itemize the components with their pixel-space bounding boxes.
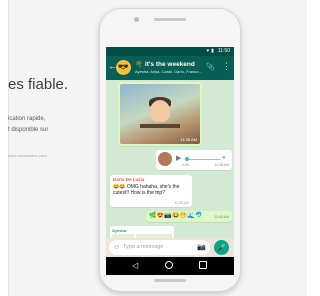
avatar <box>158 152 172 166</box>
message-time: 11:35 AM <box>180 137 197 142</box>
voice-message[interactable]: ▶ ● 0:09 11:38 AM <box>156 150 232 170</box>
phone-mockup: ▾ ▮ 11:50 ← 😎 🌴 it's the weekend Ayesha,… <box>99 8 241 292</box>
mic-icon: ● <box>222 155 226 161</box>
message-time: 11:39 AM <box>174 201 189 205</box>
front-camera <box>134 17 139 22</box>
status-bar: ▾ ▮ 11:50 <box>106 47 234 56</box>
message-input[interactable]: Type a message <box>123 244 163 250</box>
chat-title[interactable]: 🌴 it's the weekend <box>135 60 195 68</box>
message-input-bar: ☺ Type a message 📷 🎤 <box>106 238 234 257</box>
play-icon[interactable]: ▶ <box>176 155 181 163</box>
group-avatar[interactable]: 😎 <box>116 60 131 75</box>
message-text: 😂😂 OMG hahaha, she's the cutest!! How is… <box>113 184 180 196</box>
swing-seat <box>140 124 180 128</box>
child-figure <box>150 100 170 122</box>
nav-recent-apps-icon[interactable] <box>199 261 207 269</box>
voice-progress-track[interactable] <box>186 159 220 160</box>
sender-name: Ayesha <box>112 228 127 233</box>
status-time: 11:50 <box>217 48 230 54</box>
chat-header: ← 😎 🌴 it's the weekend Ayesha, Anya, Car… <box>106 56 234 80</box>
message-time: 11:38 AM <box>214 163 229 167</box>
hero-footnote: votre fournisseur pour <box>8 153 47 158</box>
voice-duration: 0:09 <box>182 163 189 167</box>
sender-name: Dario De Luzia <box>113 177 145 182</box>
nav-back-icon[interactable]: ◁ <box>132 261 138 271</box>
chat-participants[interactable]: Ayesha, Anya, Carali, Dario, Franco... <box>135 69 202 74</box>
android-nav-bar: ◁ <box>106 257 234 275</box>
message-time: 11:40 AM <box>214 215 229 219</box>
earpiece-speaker <box>154 18 186 21</box>
emoji-message[interactable]: 🌿😍📷😂😁🌊🐬 11:40 AM <box>146 211 232 222</box>
signal-icon: ▾ <box>206 48 210 54</box>
chat-area: 11:35 AM ▶ ● 0:09 11:38 AM Dario De Luzi… <box>106 80 234 256</box>
message-input-field[interactable]: ☺ Type a message 📷 <box>109 240 210 255</box>
nav-home-icon[interactable] <box>165 261 173 269</box>
bottom-speaker <box>154 279 186 282</box>
camera-icon[interactable]: 📷 <box>197 243 206 252</box>
attach-icon[interactable]: 📎 <box>206 63 215 71</box>
hero-title: es fiable. <box>8 76 69 93</box>
emoji-row: 🌿😍📷😂😁🌊🐬 <box>149 213 203 219</box>
photo-thumbnail[interactable]: 11:35 AM <box>120 84 200 144</box>
hero-description-line-2: t disponible sur <box>8 127 49 133</box>
battery-icon: ▮ <box>211 48 214 54</box>
text-message[interactable]: Dario De Luzia 😂😂 OMG hahaha, she's the … <box>110 175 192 207</box>
photo-message[interactable]: 11:35 AM <box>118 82 202 146</box>
hero-description-line-1: ication rapide, <box>8 116 46 122</box>
mic-button[interactable]: 🎤 <box>214 240 229 255</box>
phone-screen: ▾ ▮ 11:50 ← 😎 🌴 it's the weekend Ayesha,… <box>106 47 234 275</box>
emoji-icon[interactable]: ☺ <box>113 243 120 252</box>
voice-progress-handle[interactable] <box>185 157 189 161</box>
more-options-icon[interactable]: ⋮ <box>222 61 231 71</box>
